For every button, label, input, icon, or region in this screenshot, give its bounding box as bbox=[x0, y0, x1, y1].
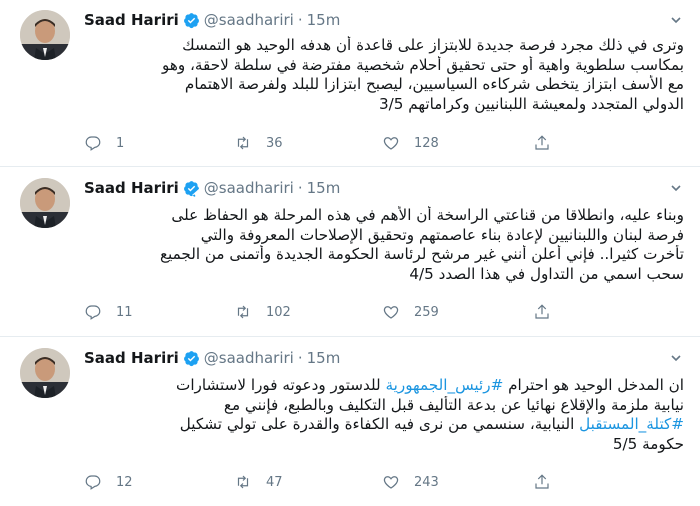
avatar[interactable] bbox=[20, 178, 70, 228]
verified-badge-icon bbox=[183, 12, 199, 28]
tweet-header: Saad Hariri @saadhariri · 15m bbox=[84, 348, 340, 368]
timestamp[interactable]: 15m bbox=[307, 10, 341, 30]
tweet-actions: 12 47 243 bbox=[84, 472, 644, 492]
hashtag-link[interactable]: #رئيس_الجمهورية bbox=[386, 376, 504, 394]
tweet-actions: 1 36 128 bbox=[84, 133, 644, 153]
reply-icon bbox=[85, 305, 101, 320]
verified-badge-icon bbox=[183, 180, 199, 197]
avatar-photo bbox=[20, 10, 70, 60]
tweet-text-line: تأخرت كثيرا.. فإني أعلن أنني غير مرشح لر… bbox=[159, 245, 684, 263]
share-button[interactable] bbox=[533, 133, 565, 153]
share-icon bbox=[535, 304, 549, 319]
tweet-text: وبناء عليه، وانطلاقا من قناعتي الراسخة أ… bbox=[84, 206, 684, 284]
reply-button[interactable]: 1 bbox=[84, 133, 124, 153]
tweet-actions: 11 102 259 bbox=[84, 302, 644, 322]
retweet-icon bbox=[237, 136, 249, 150]
tweet-text-line: #كتلة_المستقبل النيابية، سنسمي من نرى في… bbox=[84, 415, 684, 435]
reply-button[interactable]: 12 bbox=[84, 472, 133, 492]
hashtag-link[interactable]: #كتلة_المستقبل bbox=[579, 415, 684, 433]
tweet-text: ان المدخل الوحيد هو احترام #رئيس_الجمهور… bbox=[84, 376, 684, 454]
share-button[interactable] bbox=[533, 472, 565, 492]
verified-badge-icon bbox=[183, 350, 199, 366]
like-icon bbox=[383, 306, 399, 319]
author-handle[interactable]: @saadhariri bbox=[204, 348, 294, 368]
reply-button[interactable]: 11 bbox=[84, 302, 133, 322]
tweet[interactable]: Saad Hariri @saadhariri · 15m وترى في ذل… bbox=[0, 0, 700, 163]
avatar-photo bbox=[20, 348, 70, 398]
chevron-down-icon[interactable] bbox=[670, 352, 682, 364]
separator-dot: · bbox=[297, 349, 303, 367]
like-button[interactable]: 243 bbox=[382, 472, 439, 492]
like-icon bbox=[383, 137, 399, 150]
separator-dot: · bbox=[297, 179, 303, 197]
tweet-text-line: وترى في ذلك مجرد فرصة جديدة للابتزاز على… bbox=[182, 36, 684, 54]
chevron-down-icon[interactable] bbox=[670, 14, 682, 26]
tweet-text-line: الدولي المتجدد ولمعيشة اللبنانيين وكراما… bbox=[378, 94, 684, 113]
share-icon bbox=[535, 474, 549, 489]
reply-icon bbox=[85, 475, 101, 490]
tweet-text: وترى في ذلك مجرد فرصة جديدة للابتزاز على… bbox=[84, 36, 684, 114]
like-button[interactable]: 128 bbox=[382, 133, 439, 153]
avatar-photo bbox=[20, 178, 70, 228]
tweet-text-line: سحب اسمي من التداول في هذا الصدد 4/5 bbox=[409, 264, 684, 283]
tweet-text-line: حكومة 5/5 bbox=[612, 434, 684, 453]
reply-count: 11 bbox=[116, 304, 133, 320]
like-count: 243 bbox=[414, 474, 439, 490]
retweet-count: 36 bbox=[266, 135, 283, 151]
author-handle[interactable]: @saadhariri bbox=[204, 178, 294, 198]
author-handle[interactable]: @saadhariri bbox=[204, 10, 294, 30]
retweet-icon bbox=[237, 475, 249, 489]
tweet-header: Saad Hariri @saadhariri · 15m bbox=[84, 10, 340, 30]
like-button[interactable]: 259 bbox=[382, 302, 439, 322]
reply-count: 1 bbox=[116, 135, 125, 151]
like-count: 128 bbox=[414, 135, 439, 151]
retweet-button[interactable]: 47 bbox=[234, 472, 283, 492]
tweet-header: Saad Hariri @saadhariri · 15m bbox=[84, 178, 340, 198]
timestamp[interactable]: 15m bbox=[307, 348, 341, 368]
author-name[interactable]: Saad Hariri bbox=[84, 178, 179, 198]
retweet-count: 102 bbox=[266, 304, 291, 320]
tweet-text-line: وبناء عليه، وانطلاقا من قناعتي الراسخة أ… bbox=[171, 206, 684, 224]
tweet[interactable]: Saad Hariri @saadhariri · 15m ان المدخل … bbox=[0, 336, 700, 506]
share-icon bbox=[535, 135, 549, 150]
tweet-text-line: بمكاسب سلطوية واهية أو حتى تحقيق أحلام ش… bbox=[161, 55, 684, 74]
reply-count: 12 bbox=[116, 474, 133, 490]
tweet-text-line: فرصة لبنان واللبنانيين لإعادة بناء عاصمت… bbox=[200, 225, 684, 244]
avatar[interactable] bbox=[20, 348, 70, 398]
timestamp[interactable]: 15m bbox=[307, 178, 341, 198]
retweet-button[interactable]: 36 bbox=[234, 133, 283, 153]
tweet-text-line: ان المدخل الوحيد هو احترام #رئيس_الجمهور… bbox=[84, 376, 684, 396]
author-name[interactable]: Saad Hariri bbox=[84, 10, 179, 30]
tweet-text-line: نيابية ملزمة والإقلاع نهائيا عن بدعة الت… bbox=[223, 395, 684, 414]
like-icon bbox=[383, 476, 399, 489]
tweet-text-line: مع الأسف ابتزاز يتخطى شركاءه السياسيين، … bbox=[184, 75, 684, 93]
tweet[interactable]: Saad Hariri @saadhariri · 15m وبناء عليه… bbox=[0, 166, 700, 336]
tweet-text-segment: للدستور ودعوته فورا لاستشارات bbox=[176, 376, 386, 394]
author-name[interactable]: Saad Hariri bbox=[84, 348, 179, 368]
tweet-text-segment: النيابية، سنسمي من نرى فيه الكفاءة والقد… bbox=[179, 415, 580, 433]
reply-icon bbox=[85, 136, 101, 151]
separator-dot: · bbox=[297, 11, 303, 29]
chevron-down-icon[interactable] bbox=[670, 182, 682, 194]
tweet-text-segment: ان المدخل الوحيد هو احترام bbox=[503, 376, 684, 394]
retweet-icon bbox=[237, 305, 249, 319]
retweet-count: 47 bbox=[266, 474, 283, 490]
avatar[interactable] bbox=[20, 10, 70, 60]
retweet-button[interactable]: 102 bbox=[234, 302, 291, 322]
like-count: 259 bbox=[414, 304, 439, 320]
share-button[interactable] bbox=[533, 302, 565, 322]
